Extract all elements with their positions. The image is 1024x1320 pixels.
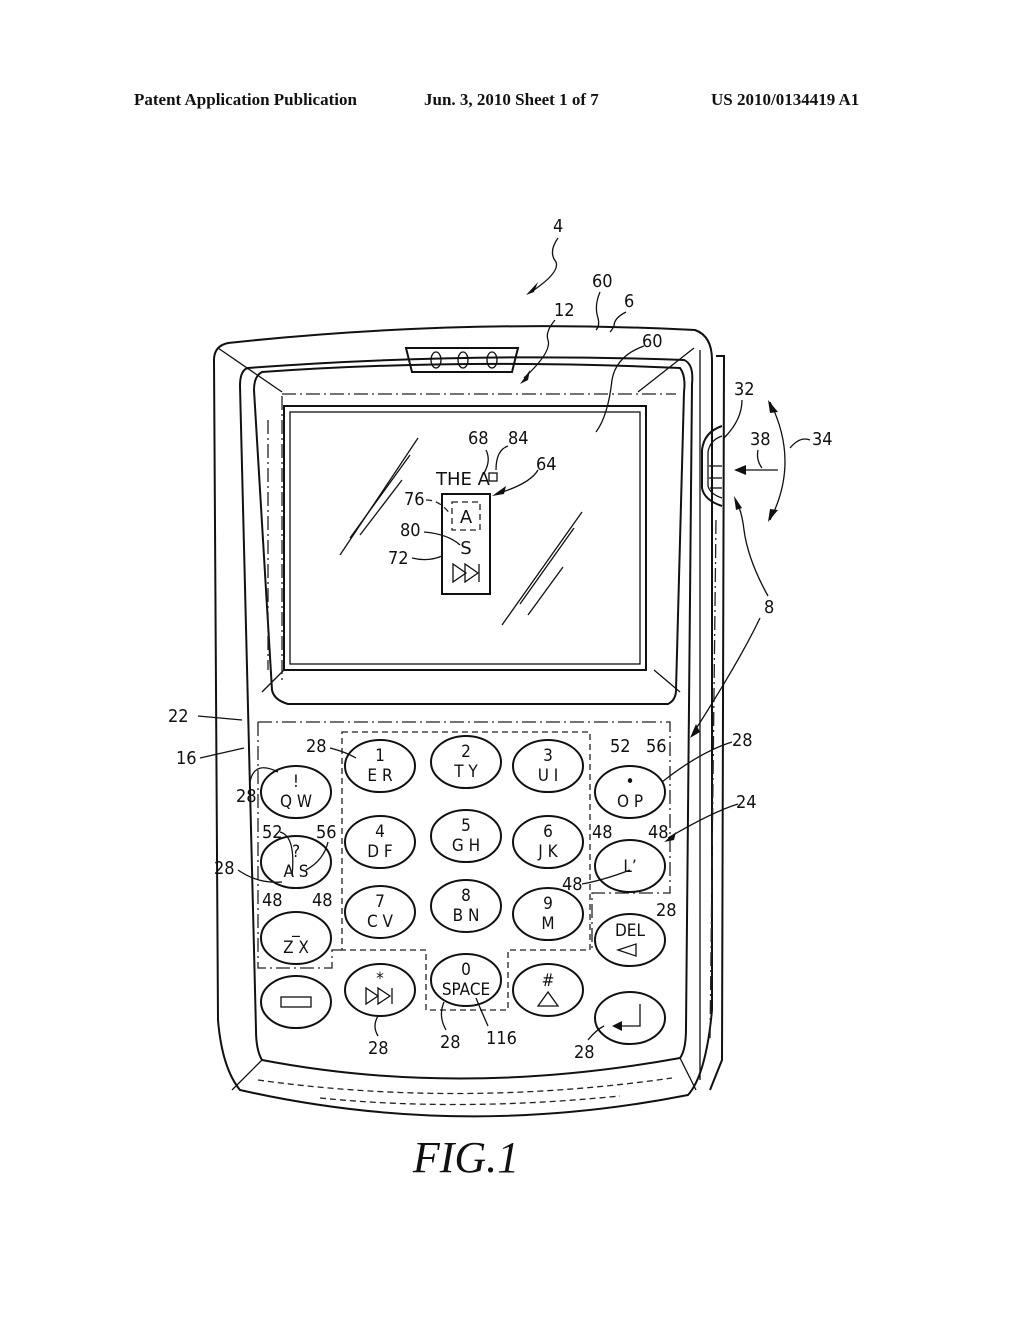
- ref-text-input: 68: [468, 428, 489, 449]
- key-top-label: 8: [461, 886, 471, 906]
- ref-key-er: 28: [306, 736, 327, 757]
- ref-space-key: 116: [486, 1028, 517, 1049]
- ref-keypad: 16: [176, 748, 197, 769]
- ref-default-output: 76: [404, 489, 425, 510]
- ref-element-s: 48: [312, 890, 333, 911]
- ref-translation: 38: [750, 429, 771, 450]
- key-er[interactable]: 1E R: [344, 739, 416, 793]
- ref-display: 12: [554, 300, 575, 321]
- key-hash[interactable]: #: [512, 963, 584, 1017]
- key-top-label: •: [625, 772, 634, 792]
- key-top-label: #: [542, 971, 555, 991]
- key-menu[interactable]: [260, 975, 332, 1029]
- ref-output: 64: [536, 454, 557, 475]
- key-enter[interactable]: [594, 991, 666, 1045]
- key-bottom-label: D F: [367, 842, 392, 862]
- key-op[interactable]: •O P: [594, 765, 666, 819]
- key-top-label: 6: [543, 822, 553, 842]
- key-bottom-label: A S: [283, 862, 308, 882]
- ref-key-star: 28: [368, 1038, 389, 1059]
- ref-housing-edge-top: 60: [592, 271, 613, 292]
- ref-housing-edge-screen: 60: [642, 331, 663, 352]
- key-top-label: 7: [375, 892, 385, 912]
- ref-element-l: 48: [562, 874, 583, 895]
- key-bottom-label: O P: [617, 792, 643, 812]
- key-qw[interactable]: !Q W: [260, 765, 332, 819]
- key-ty[interactable]: 2T Y: [430, 735, 502, 789]
- key-ui[interactable]: 3U I: [512, 739, 584, 793]
- ref-front-face: 22: [168, 706, 189, 727]
- key-space[interactable]: 0SPACE: [430, 953, 502, 1007]
- key-top-label: *: [376, 969, 384, 989]
- key-as[interactable]: ?A S: [260, 835, 332, 889]
- key-bottom-label: B N: [453, 906, 480, 926]
- key-top-label: 1: [375, 746, 385, 766]
- patent-figure: THE A A S !Q W?A S_Z X1E R2T Y3U I4D F5G…: [168, 216, 833, 1182]
- key-top-label: DEL: [615, 921, 645, 941]
- key-df[interactable]: 4D F: [344, 815, 416, 869]
- ref-key-l: 28: [656, 900, 677, 921]
- key-zx[interactable]: _Z X: [260, 911, 332, 965]
- key-del[interactable]: DEL: [594, 913, 666, 967]
- popup-candidate-alternate: S: [460, 538, 471, 559]
- key-bn[interactable]: 8B N: [430, 879, 502, 933]
- display-screen: THE A A S: [283, 405, 647, 671]
- ref-key-as: 28: [214, 858, 235, 879]
- key-bottom-label: M: [541, 914, 554, 934]
- screen-text-line: THE A: [435, 469, 491, 490]
- ref-key-space: 28: [440, 1032, 461, 1053]
- key-cap[interactable]: [594, 991, 666, 1045]
- ref-second-portion-op: 56: [646, 736, 667, 757]
- key-top-label: 4: [375, 822, 385, 842]
- cursor-box-icon: [488, 472, 498, 482]
- key-bottom-label: Q W: [280, 792, 312, 812]
- key-m[interactable]: 9M: [512, 887, 584, 941]
- key-bottom-label: T Y: [453, 762, 478, 782]
- ref-popup: 72: [388, 548, 409, 569]
- speaker-grille: [404, 347, 520, 373]
- ref-key-op: 28: [732, 730, 753, 751]
- key-top-label: !: [293, 772, 299, 792]
- ref-element-a: 48: [262, 890, 283, 911]
- ref-first-portion-op: 52: [610, 736, 631, 757]
- key-top-label: 3: [543, 746, 553, 766]
- ref-element-o: 48: [592, 822, 613, 843]
- ref-key-enter: 28: [574, 1042, 595, 1063]
- key-star[interactable]: *: [344, 963, 416, 1017]
- ref-first-portion-as: 52: [262, 822, 283, 843]
- ref-keys-group: 24: [736, 792, 757, 813]
- ref-thumbwheel: 32: [734, 379, 755, 400]
- key-bottom-label: G H: [452, 836, 480, 856]
- ref-second-portion-as: 56: [316, 822, 337, 843]
- ref-cursor: 84: [508, 428, 529, 449]
- key-bottom-label: C V: [367, 912, 394, 932]
- key-bottom-label: U I: [538, 766, 559, 786]
- figure-caption: FIG.1: [412, 1133, 519, 1182]
- ref-variant-output: 80: [400, 520, 421, 541]
- key-gh[interactable]: 5G H: [430, 809, 502, 863]
- key-top-label: 5: [461, 816, 471, 836]
- key-top-label: 9: [543, 894, 553, 914]
- key-cv[interactable]: 7C V: [344, 885, 416, 939]
- ref-key-qw: 28: [236, 786, 257, 807]
- key-bottom-label: E R: [367, 766, 393, 786]
- key-bottom-label: J K: [537, 842, 558, 862]
- key-jk[interactable]: 6J K: [512, 815, 584, 869]
- ref-input-apparatus: 8: [764, 597, 774, 618]
- key-bottom-label: L’: [623, 857, 636, 877]
- key-top-label: _: [291, 918, 300, 938]
- key-bottom-label: SPACE: [442, 980, 490, 1000]
- key-top-label: 0: [461, 960, 471, 980]
- key-cap[interactable]: [260, 975, 332, 1029]
- ref-element-p: 48: [648, 822, 669, 843]
- ref-rotation: 34: [812, 429, 833, 450]
- ref-device: 4: [553, 216, 563, 237]
- key-top-label: 2: [461, 742, 471, 762]
- key-bottom-label: Z X: [283, 938, 309, 958]
- next-icon: [452, 562, 480, 584]
- popup-candidate-selected: A: [460, 507, 473, 528]
- key-l[interactable]: L’: [594, 839, 666, 893]
- ref-housing: 6: [624, 291, 634, 312]
